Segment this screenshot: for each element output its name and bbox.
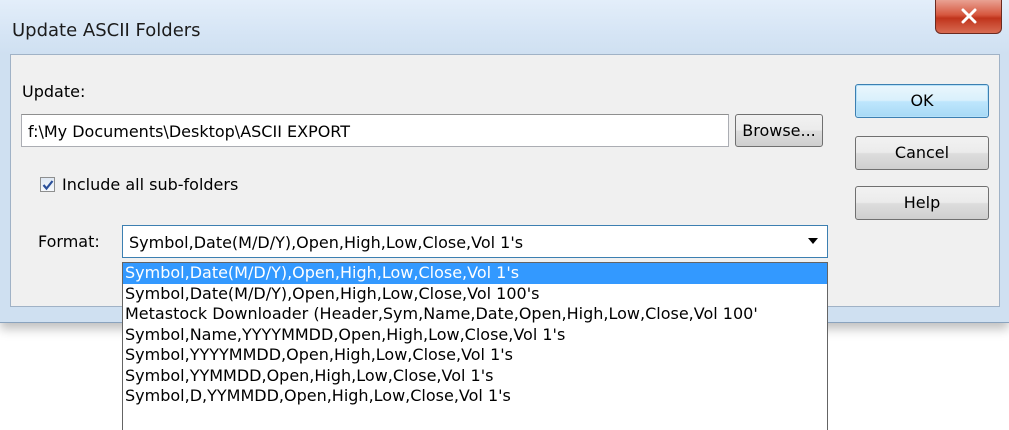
format-option[interactable]: Metastock Downloader (Header,Sym,Name,Da… [123,304,827,325]
checkmark-icon [42,180,54,191]
ok-button[interactable]: OK [855,84,989,118]
format-option[interactable]: Symbol,YYYYMMDD,Open,High,Low,Close,Vol … [123,345,827,366]
update-path-input[interactable]: f:\My Documents\Desktop\ASCII EXPORT [21,114,729,147]
include-subfolders-checkbox[interactable] [40,177,55,192]
close-icon [961,8,977,24]
cancel-button[interactable]: Cancel [855,136,989,170]
format-combobox[interactable]: Symbol,Date(M/D/Y),Open,High,Low,Close,V… [122,225,828,258]
format-option[interactable]: Symbol,Date(M/D/Y),Open,High,Low,Close,V… [123,284,827,305]
include-subfolders-label: Include all sub-folders [62,175,239,194]
format-option[interactable]: Symbol,YYMMDD,Open,High,Low,Close,Vol 1'… [123,366,827,387]
format-dropdown-list: Symbol,Date(M/D/Y),Open,High,Low,Close,V… [122,262,828,430]
help-button[interactable]: Help [855,186,989,220]
window-title: Update ASCII Folders [12,20,201,41]
update-label: Update: [22,82,86,101]
close-button[interactable] [935,0,1002,34]
title-bar: Update ASCII Folders [0,0,1009,54]
format-option[interactable]: Symbol,Name,YYYYMMDD,Open,High,Low,Close… [123,325,827,346]
format-option[interactable]: Symbol,D,YYMMDD,Open,High,Low,Close,Vol … [123,386,827,407]
format-option[interactable]: Symbol,Date(M/D/Y),Open,High,Low,Close,V… [123,263,827,284]
chevron-down-icon[interactable] [807,237,819,245]
format-label: Format: [38,232,100,251]
browse-button[interactable]: Browse... [735,114,823,147]
format-selected-value: Symbol,Date(M/D/Y),Open,High,Low,Close,V… [129,233,524,252]
